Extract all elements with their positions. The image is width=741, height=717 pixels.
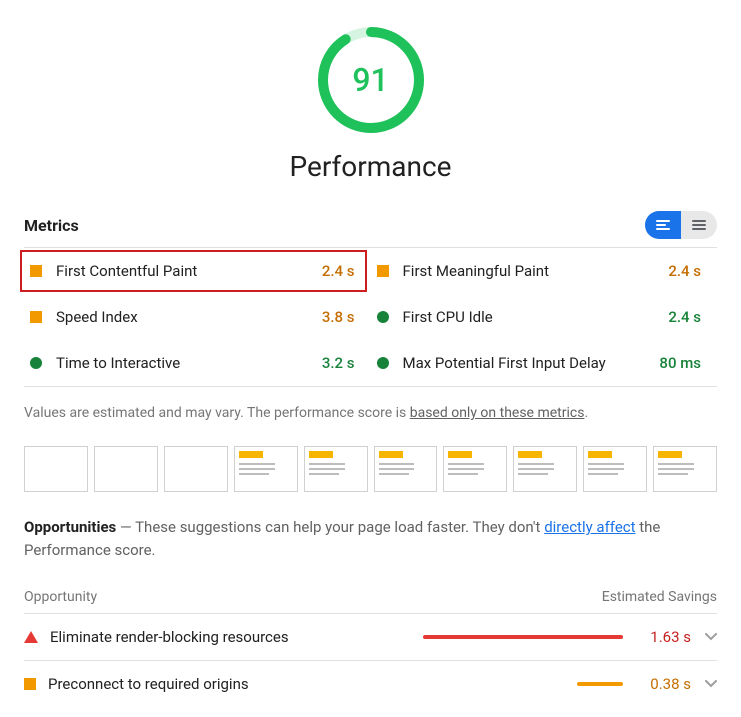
view-compact-button[interactable]	[645, 211, 681, 239]
chevron-down-icon[interactable]	[699, 680, 717, 688]
chevron-down-icon[interactable]	[699, 633, 717, 641]
square-orange-icon	[24, 678, 36, 690]
metric-label: Max Potential First Input Delay	[403, 354, 660, 372]
metric-row[interactable]: Time to Interactive3.2 s	[24, 340, 371, 386]
metric-value: 3.8 s	[322, 308, 365, 326]
metric-value: 2.4 s	[322, 262, 365, 280]
footnote-link[interactable]: based only on these metrics	[410, 405, 585, 421]
filmstrip-frame[interactable]	[374, 446, 438, 492]
opportunities-intro: Opportunities — These suggestions can he…	[24, 516, 717, 589]
square-orange-icon	[30, 265, 42, 277]
metric-label: Speed Index	[56, 308, 322, 326]
filmstrip-frame[interactable]	[164, 446, 228, 492]
metric-row[interactable]: First Contentful Paint2.4 s	[24, 248, 371, 294]
filmstrip-frame[interactable]	[443, 446, 507, 492]
opportunity-label: Eliminate render-blocking resources	[50, 628, 423, 646]
metric-row[interactable]: Max Potential First Input Delay80 ms	[371, 340, 718, 386]
filmstrip	[24, 442, 717, 516]
score-value: 91	[317, 26, 425, 134]
savings-value: 0.38 s	[635, 675, 691, 693]
opportunities-list: Eliminate render-blocking resources 1.63 …	[24, 613, 717, 707]
footnote-text: Values are estimated and may vary. The p…	[24, 405, 410, 421]
filmstrip-frame[interactable]	[234, 446, 298, 492]
triangle-red-icon	[24, 631, 38, 643]
opportunity-label: Preconnect to required origins	[48, 675, 423, 693]
metric-label: First Contentful Paint	[56, 262, 322, 280]
opps-col-left: Opportunity	[24, 589, 97, 605]
page-title: Performance	[24, 150, 717, 183]
metric-label: Time to Interactive	[56, 354, 322, 372]
metrics-footnote: Values are estimated and may vary. The p…	[24, 387, 717, 442]
circle-green-icon	[377, 357, 389, 369]
square-orange-icon	[377, 265, 389, 277]
metric-label: First CPU Idle	[403, 308, 669, 326]
metric-value: 3.2 s	[322, 354, 365, 372]
circle-green-icon	[30, 357, 42, 369]
savings-bar	[423, 635, 623, 639]
view-expanded-button[interactable]	[681, 211, 717, 239]
opps-intro-link[interactable]: directly affect	[544, 518, 635, 536]
opportunity-row[interactable]: Preconnect to required origins 0.38 s	[24, 660, 717, 707]
metric-value: 2.4 s	[668, 308, 711, 326]
filmstrip-frame[interactable]	[513, 446, 577, 492]
score-gauge: 91	[24, 20, 717, 134]
metric-row[interactable]: Speed Index3.8 s	[24, 294, 371, 340]
filmstrip-frame[interactable]	[583, 446, 647, 492]
opps-col-right: Estimated Savings	[602, 589, 717, 605]
filmstrip-frame[interactable]	[304, 446, 368, 492]
circle-green-icon	[377, 311, 389, 323]
opportunity-row[interactable]: Eliminate render-blocking resources 1.63 …	[24, 613, 717, 660]
square-orange-icon	[30, 311, 42, 323]
filmstrip-frame[interactable]	[24, 446, 88, 492]
metrics-grid: First Contentful Paint2.4 sFirst Meaning…	[24, 248, 717, 386]
opps-intro-text: — These suggestions can help your page l…	[116, 518, 544, 536]
metric-label: First Meaningful Paint	[403, 262, 669, 280]
compact-icon	[656, 218, 670, 232]
opps-heading: Opportunities	[24, 518, 116, 536]
metrics-heading: Metrics	[24, 216, 79, 235]
view-toggle	[645, 211, 717, 239]
filmstrip-frame[interactable]	[94, 446, 158, 492]
expanded-icon	[692, 218, 706, 232]
filmstrip-frame[interactable]	[653, 446, 717, 492]
metric-value: 80 ms	[659, 354, 711, 372]
footnote-suffix: .	[584, 405, 588, 421]
opportunities-header: Opportunity Estimated Savings	[24, 589, 717, 613]
metric-row[interactable]: First CPU Idle2.4 s	[371, 294, 718, 340]
savings-bar	[423, 682, 623, 686]
savings-value: 1.63 s	[635, 628, 691, 646]
metric-row[interactable]: First Meaningful Paint2.4 s	[371, 248, 718, 294]
metric-value: 2.4 s	[668, 262, 711, 280]
